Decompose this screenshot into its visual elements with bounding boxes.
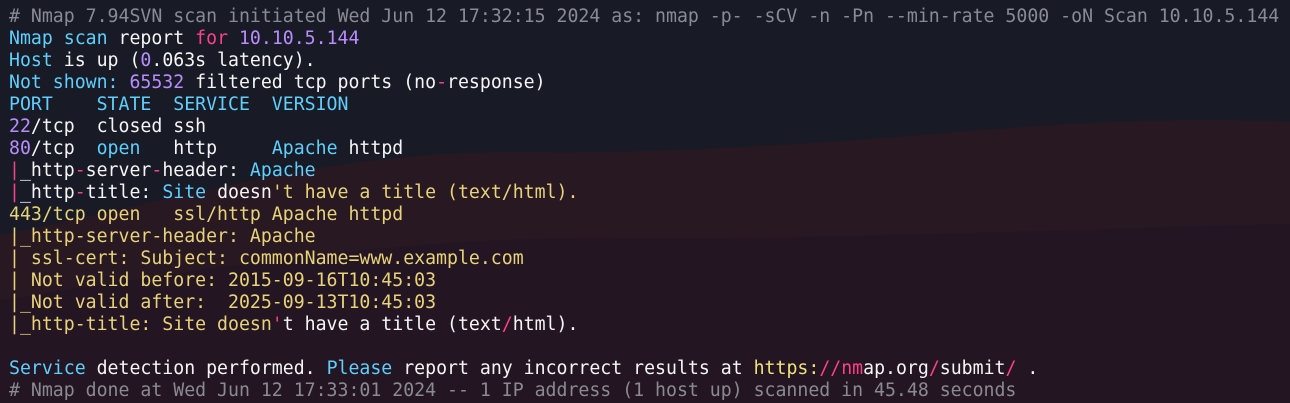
port-443-row: 443/tcp open ssl/http Apache httpd <box>9 204 1289 226</box>
host-status-line: Host is up (0.063s latency). <box>9 50 1289 72</box>
text-segment: ap.org <box>863 358 929 379</box>
port-443-not-after: |_Not valid after: 2025-09-13T10:45:03 <box>9 292 1289 314</box>
text-segment: 80 <box>9 138 31 159</box>
text-segment: Please <box>326 358 393 379</box>
text-segment: filtered tcp ports (no <box>184 72 437 93</box>
text-segment: | Not valid before: 2015-09-16T10:45:03 <box>9 270 437 291</box>
comment-header-line: # Nmap 7.94SVN scan initiated Wed Jun 12… <box>9 6 1289 28</box>
text-segment: response) <box>447 72 546 93</box>
text-segment: https: <box>753 358 820 379</box>
text-segment: nm <box>841 358 864 379</box>
text-segment: server <box>85 160 152 181</box>
terminal-output: # Nmap 7.94SVN scan initiated Wed Jun 12… <box>9 6 1289 402</box>
text-segment: PORT STATE SERVICE VERSION <box>9 94 349 115</box>
text-segment: submit <box>939 358 1006 379</box>
text-segment: is up ( <box>52 50 141 71</box>
text-segment: / <box>501 314 513 335</box>
port-443-title: |_http-title: Site doesn't have a title … <box>9 314 1289 336</box>
text-segment: open <box>96 138 141 159</box>
text-segment: # Nmap done at Wed Jun 12 17:33:01 2024 … <box>9 380 1017 401</box>
not-shown-line: Not shown: 65532 filtered tcp ports (no-… <box>9 72 1289 94</box>
text-segment: for <box>195 28 229 49</box>
text-segment: |_Not valid after: 2025-09-13T10:45:03 <box>9 292 437 313</box>
text-segment: | <box>9 182 20 203</box>
text-segment: _http <box>19 182 75 203</box>
text-segment: ' <box>271 314 283 335</box>
text-segment: httpd <box>337 138 404 159</box>
port-80-row: 80/tcp open http Apache httpd <box>9 138 1289 160</box>
text-segment: _http <box>19 160 75 181</box>
text-segment: report any incorrect results at <box>392 358 754 379</box>
service-detection-line: Service detection performed. Please repo… <box>9 358 1289 380</box>
port-80-title: |_http-title: Site doesn't have a title … <box>9 182 1289 204</box>
port-22-row: 22/tcp closed ssh <box>9 116 1289 138</box>
text-segment <box>9 336 20 357</box>
text-segment: 22 <box>9 116 31 137</box>
text-segment: doesn <box>206 182 272 203</box>
text-segment: Host <box>9 50 53 71</box>
text-segment: Apache <box>249 160 316 181</box>
text-segment: 443/tcp open ssl/http Apache httpd <box>9 204 404 225</box>
text-segment: header: <box>162 160 250 181</box>
text-segment: report <box>107 28 196 49</box>
text-segment: /tcp <box>30 138 97 159</box>
port-443-ssl-cert: | ssl-cert: Subject: commonName=www.exam… <box>9 248 1289 270</box>
text-segment: /tcp closed ssh <box>30 116 207 137</box>
text-segment: |_http-title: Site doesn <box>9 314 272 335</box>
text-segment: | <box>9 160 20 181</box>
text-segment: - <box>74 182 86 203</box>
text-segment: Apache <box>271 138 338 159</box>
text-segment: Site <box>162 182 207 203</box>
port-443-server-header: |_http-server-header: Apache <box>9 226 1289 248</box>
text-segment: - <box>151 160 163 181</box>
text-segment: / <box>928 358 940 379</box>
text-segment: title: <box>85 182 163 203</box>
text-segment: - <box>74 160 86 181</box>
text-segment: http <box>140 138 272 159</box>
text-segment: // <box>819 358 842 379</box>
port-80-server-header: |_http-server-header: Apache <box>9 160 1289 182</box>
text-segment: - <box>436 72 448 93</box>
text-segment: Not shown: <box>9 72 119 93</box>
port-table-header: PORT STATE SERVICE VERSION <box>9 94 1289 116</box>
text-segment: # Nmap 7.94SVN scan initiated Wed Jun 12… <box>9 6 1280 27</box>
scan-report-line: Nmap scan report for 10.10.5.144 <box>9 28 1289 50</box>
text-segment <box>119 72 130 93</box>
text-segment: 0 <box>140 50 152 71</box>
text-segment: Nmap scan <box>9 28 108 49</box>
text-segment: .063s latency). <box>151 50 316 71</box>
text-segment: html). <box>512 314 579 335</box>
blank-line <box>9 336 1289 358</box>
port-443-not-before: | Not valid before: 2015-09-16T10:45:03 <box>9 270 1289 292</box>
text-segment: t have a title (text <box>282 314 502 335</box>
comment-footer-line: # Nmap done at Wed Jun 12 17:33:01 2024 … <box>9 380 1289 402</box>
text-segment: |_http-server-header: Apache <box>9 226 316 247</box>
text-segment <box>228 28 239 49</box>
text-segment: 10.10.5.144 <box>238 28 360 49</box>
text-segment: 't have a title (text/html). <box>271 182 579 203</box>
text-segment: 65532 <box>129 72 185 93</box>
text-segment: Service <box>9 358 86 379</box>
text-segment: . <box>1016 358 1039 379</box>
text-segment: / <box>1005 358 1017 379</box>
text-segment: | ssl-cert: Subject: commonName=www.exam… <box>9 248 524 269</box>
text-segment: detection performed. <box>85 358 327 379</box>
